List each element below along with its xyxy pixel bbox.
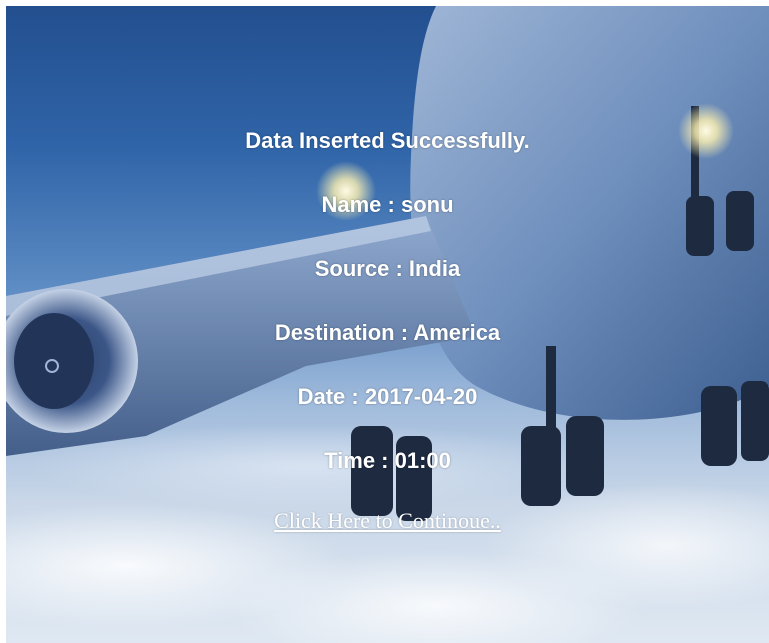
success-message: Data Inserted Successfully. <box>245 128 530 153</box>
date-info: Date : 2017-04-20 <box>297 384 478 409</box>
page-frame: Data Inserted Successfully. Name : sonu … <box>6 6 769 643</box>
name-info: Name : sonu <box>321 192 454 217</box>
source-info: Source : India <box>314 256 461 281</box>
destination-info: Destination : America <box>274 320 501 345</box>
time-info: Time : 01:00 <box>324 448 451 473</box>
continue-link[interactable]: Click Here to Continoue.. <box>6 507 769 535</box>
result-panel: Data Inserted Successfully. Name : sonu … <box>6 6 769 643</box>
